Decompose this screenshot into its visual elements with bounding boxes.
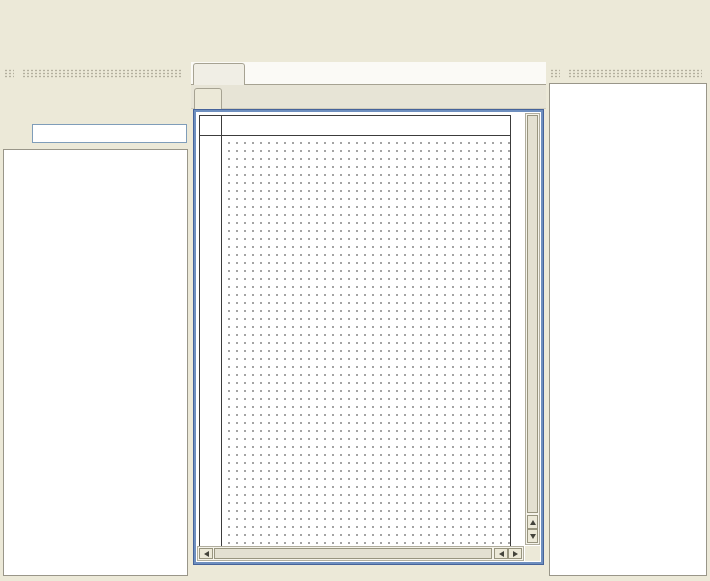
dock-grip bbox=[22, 69, 183, 78]
right-arrow-icon bbox=[513, 551, 518, 557]
row-headers bbox=[200, 136, 222, 551]
down-arrow-icon bbox=[530, 534, 536, 539]
main-toolbar bbox=[0, 22, 710, 62]
diagram-view[interactable] bbox=[196, 112, 541, 562]
scroll-down-button[interactable] bbox=[527, 529, 538, 543]
diagram-sheet bbox=[199, 115, 511, 552]
project-tabbar bbox=[191, 62, 546, 85]
workspace bbox=[191, 62, 546, 576]
scroll-up-button[interactable] bbox=[527, 515, 538, 529]
clear-filter-button[interactable] bbox=[4, 123, 24, 143]
scrollbar-corner bbox=[525, 546, 540, 561]
column-header-row bbox=[200, 116, 510, 136]
undo-dock-titlebar[interactable] bbox=[550, 65, 706, 81]
horizontal-scrollbar[interactable] bbox=[197, 546, 524, 561]
dock-grip bbox=[550, 69, 560, 78]
undo-list[interactable] bbox=[549, 83, 707, 576]
diagram-grid[interactable] bbox=[222, 136, 510, 551]
main-area bbox=[0, 62, 710, 576]
undo-dock bbox=[546, 62, 710, 576]
filter-input[interactable] bbox=[32, 124, 187, 143]
vertical-scroll-thumb[interactable] bbox=[527, 115, 538, 513]
elements-panel-titlebar[interactable] bbox=[4, 65, 187, 81]
scheme-tabbar bbox=[191, 85, 546, 109]
dock-grip bbox=[568, 69, 702, 78]
sheet-body bbox=[200, 136, 510, 551]
diagram-subwindow bbox=[194, 110, 543, 564]
up-arrow-icon bbox=[530, 520, 536, 525]
panel-toolbar bbox=[3, 83, 188, 119]
horizontal-scroll-thumb[interactable] bbox=[214, 548, 492, 559]
dock-grip bbox=[4, 69, 14, 78]
scheme-tab[interactable] bbox=[194, 88, 222, 109]
project-tab[interactable] bbox=[193, 63, 245, 85]
sheet-corner bbox=[200, 116, 222, 135]
qelectrotech-window bbox=[0, 0, 710, 581]
vertical-scrollbar[interactable] bbox=[525, 113, 540, 545]
menubar bbox=[0, 0, 710, 22]
scroll-left-button[interactable] bbox=[199, 548, 213, 559]
left-arrow-icon bbox=[204, 551, 209, 557]
status-strip bbox=[0, 576, 710, 581]
filter-row bbox=[4, 123, 187, 143]
scroll-right-button[interactable] bbox=[508, 548, 522, 559]
element-tree bbox=[3, 149, 188, 576]
left-arrow-icon bbox=[499, 551, 504, 557]
elements-panel-dock bbox=[0, 62, 191, 576]
scroll-left-button-2[interactable] bbox=[494, 548, 508, 559]
